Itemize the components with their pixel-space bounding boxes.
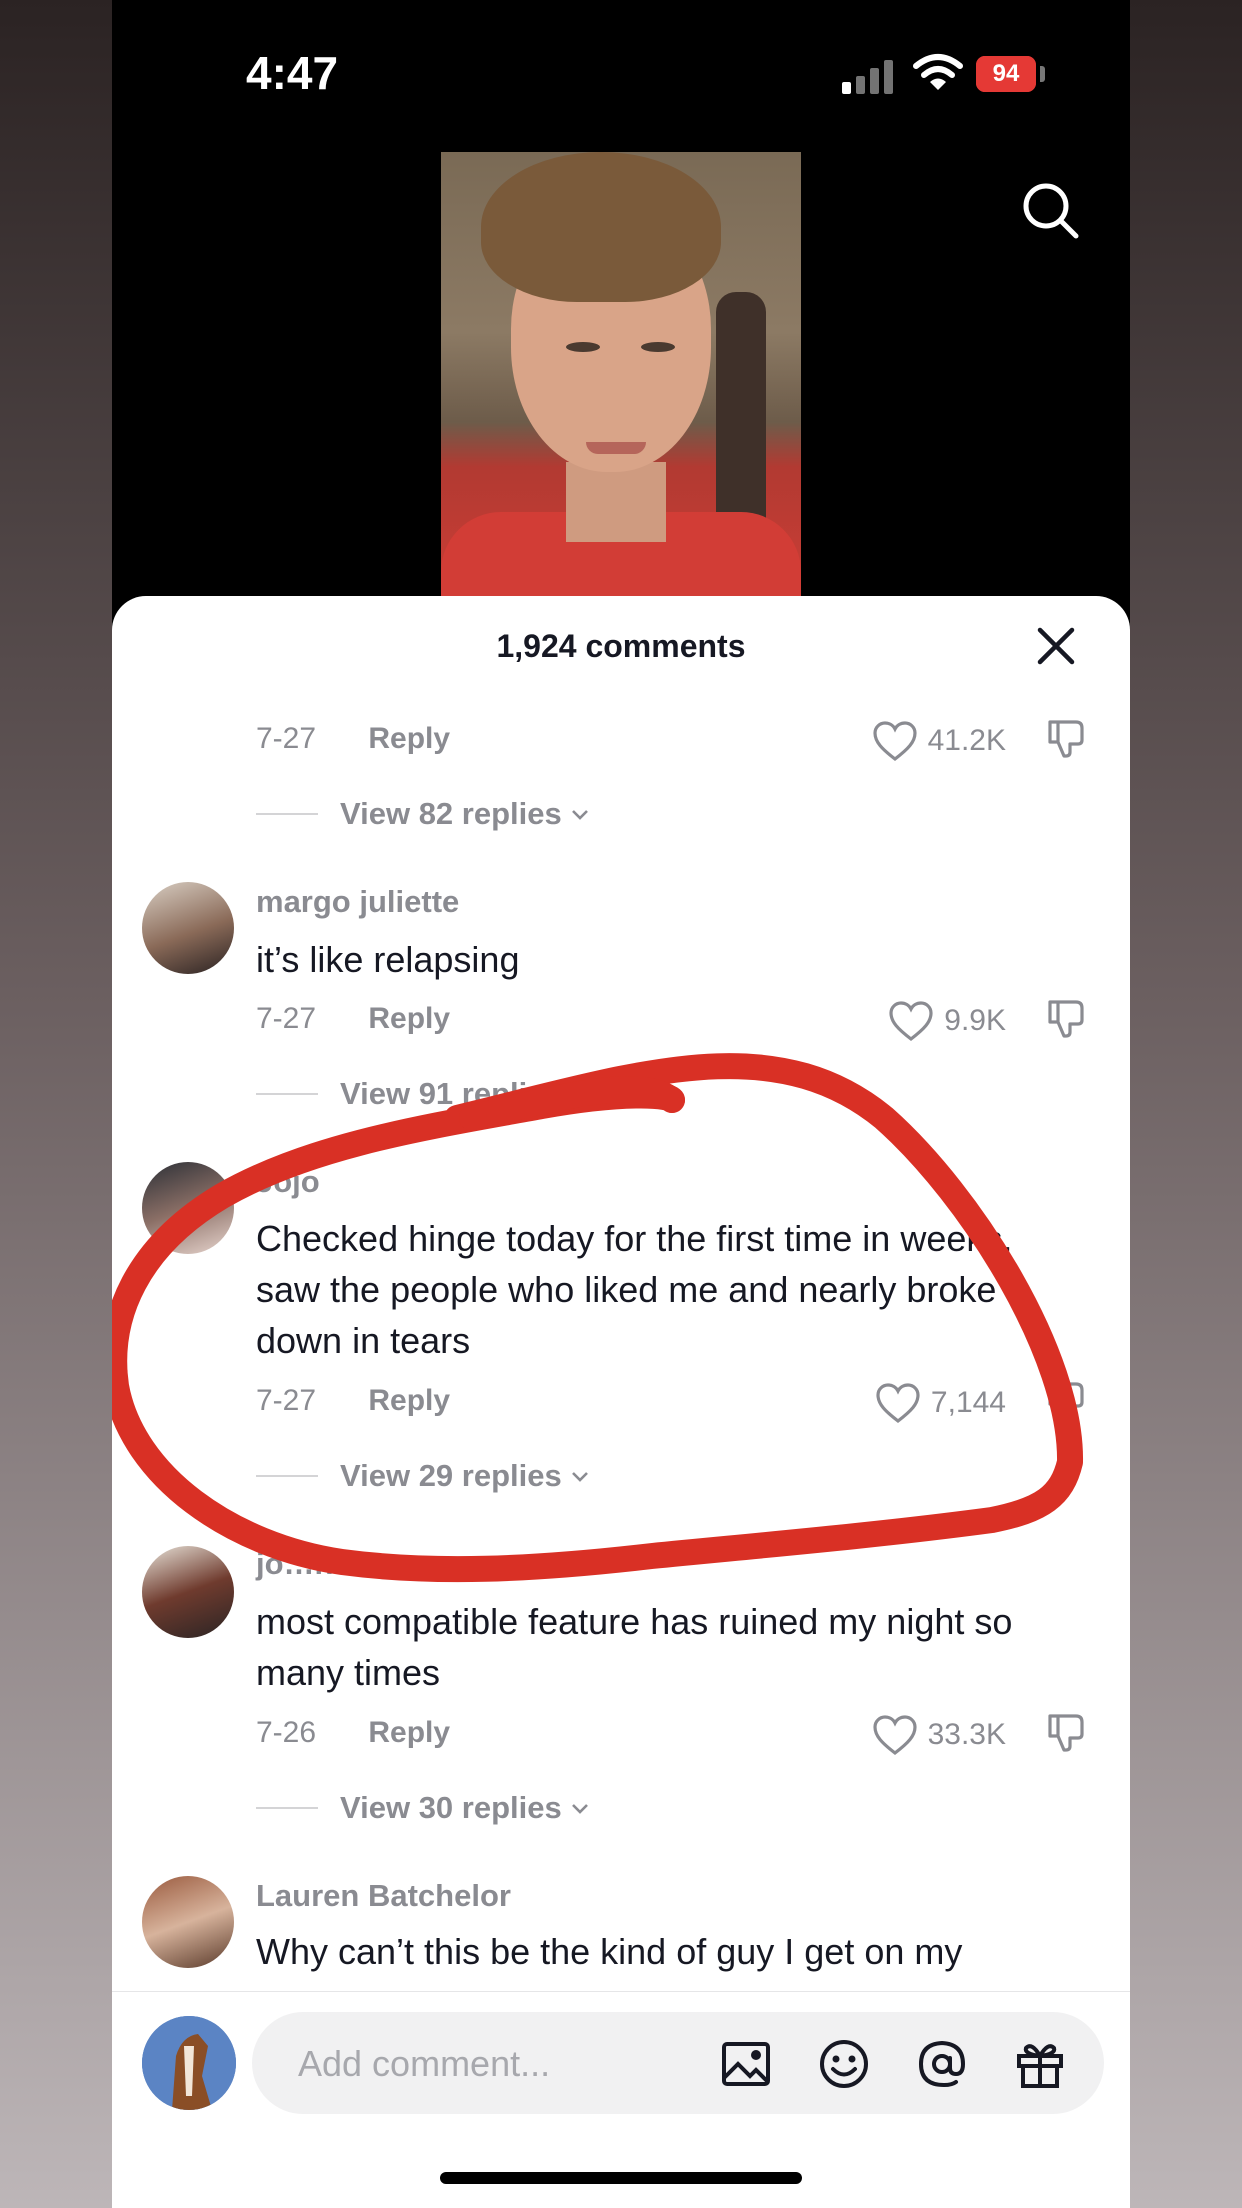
chevron-down-icon (571, 1804, 588, 1814)
like-count: 9.9K (944, 1004, 1006, 1037)
mouth (586, 442, 646, 454)
chevron-down-icon (571, 810, 588, 820)
close-icon[interactable] (1036, 626, 1076, 666)
dislike-icon[interactable] (1044, 1378, 1088, 1422)
status-bar: 4:47 94 (112, 0, 1130, 140)
like-button[interactable]: 9.9K (888, 1000, 1006, 1042)
phone-screen: 4:47 94 1,924 comments 7-27 Reply 41.2K … (112, 0, 1130, 2208)
comment-username[interactable]: margo juliette (256, 884, 459, 920)
right-eye (641, 342, 675, 352)
view-replies-label: View 30 replies (340, 1790, 562, 1825)
like-button[interactable]: 41.2K (872, 720, 1006, 762)
image-icon[interactable] (720, 2038, 772, 2090)
battery-tip (1040, 66, 1045, 82)
reply-button[interactable]: Reply (368, 1002, 450, 1035)
neck (566, 462, 666, 542)
horse-avatar-image (142, 2016, 236, 2110)
comment-text: most compatible feature has ruined my ni… (256, 1601, 1013, 1693)
divider-line (256, 1093, 318, 1095)
reply-button[interactable]: Reply (368, 1716, 450, 1749)
wifi-icon (913, 54, 963, 90)
status-time: 4:47 (246, 47, 339, 99)
like-count: 33.3K (927, 1718, 1006, 1751)
battery-level: 94 (992, 60, 1020, 87)
view-replies-label: View 29 replies (340, 1458, 562, 1493)
comment-text: Checked hinge today for the first time i… (256, 1218, 1013, 1361)
divider-line (256, 1475, 318, 1477)
view-replies-button[interactable]: View 29 replies (256, 1458, 590, 1494)
comment-meta: 7-27 Reply (256, 1384, 450, 1418)
heart-icon (889, 1001, 933, 1042)
comment-input-container[interactable] (252, 2012, 1104, 2116)
comment-date: 7-26 (256, 1716, 317, 1749)
comment-meta: 7-27 Reply (256, 722, 450, 756)
chevron-down-icon (571, 1090, 588, 1100)
view-replies-button[interactable]: View 91 replies (256, 1076, 590, 1112)
heart-icon (876, 1383, 920, 1424)
like-button[interactable]: 7,144 (875, 1382, 1006, 1424)
comment-meta: 7-27 Reply (256, 1002, 450, 1036)
emoji-icon[interactable] (818, 2038, 870, 2090)
reply-button[interactable]: Reply (368, 1384, 450, 1417)
comment-input[interactable] (296, 2012, 680, 2116)
home-indicator[interactable] (440, 2172, 802, 2184)
comment-meta: 7-26 Reply (256, 1716, 450, 1750)
comment-text: Why can’t this be the kind of guy I get … (256, 1931, 963, 1972)
comment-date: 7-27 (256, 722, 317, 755)
comment-date: 7-27 (256, 1384, 317, 1417)
search-icon[interactable] (1020, 180, 1080, 240)
comment-date: 7-27 (256, 1002, 317, 1035)
comment-username[interactable]: jo…nicko (256, 1546, 396, 1582)
dislike-icon[interactable] (1044, 996, 1088, 1040)
heart-icon (872, 1715, 917, 1756)
reply-button[interactable]: Reply (368, 722, 450, 755)
like-button[interactable]: 33.3K (872, 1714, 1006, 1756)
video-thumbnail[interactable] (441, 152, 801, 602)
my-avatar[interactable] (142, 2016, 236, 2110)
like-count: 7,144 (930, 1386, 1006, 1419)
avatar[interactable] (142, 1546, 234, 1638)
like-count: 41.2K (927, 724, 1006, 757)
hair (481, 152, 721, 302)
avatar[interactable] (142, 1876, 234, 1968)
comments-sheet: 1,924 comments 7-27 Reply 41.2K View 82 … (112, 596, 1130, 2208)
comments-count-title: 1,924 comments (496, 628, 746, 664)
heart-icon (872, 721, 917, 762)
background-door (716, 292, 766, 522)
view-replies-button[interactable]: View 30 replies (256, 1790, 590, 1826)
mention-icon[interactable] (916, 2038, 968, 2090)
view-replies-button[interactable]: View 82 replies (256, 796, 590, 832)
battery-indicator: 94 (976, 56, 1036, 92)
dislike-icon[interactable] (1044, 1710, 1088, 1754)
gift-icon[interactable] (1014, 2038, 1066, 2090)
comment-username[interactable]: Lauren Batchelor (256, 1878, 511, 1914)
comment-username[interactable]: Jojo (256, 1164, 320, 1200)
signal-icon (842, 58, 906, 94)
view-replies-label: View 91 replies (340, 1076, 562, 1111)
dislike-icon[interactable] (1044, 716, 1088, 760)
comment-text: it’s like relapsing (256, 939, 520, 980)
view-replies-label: View 82 replies (340, 796, 562, 831)
divider-line (256, 1807, 318, 1809)
divider-line (256, 813, 318, 815)
chevron-down-icon (571, 1472, 588, 1482)
left-eye (566, 342, 600, 352)
avatar[interactable] (142, 882, 234, 974)
avatar[interactable] (142, 1162, 234, 1254)
